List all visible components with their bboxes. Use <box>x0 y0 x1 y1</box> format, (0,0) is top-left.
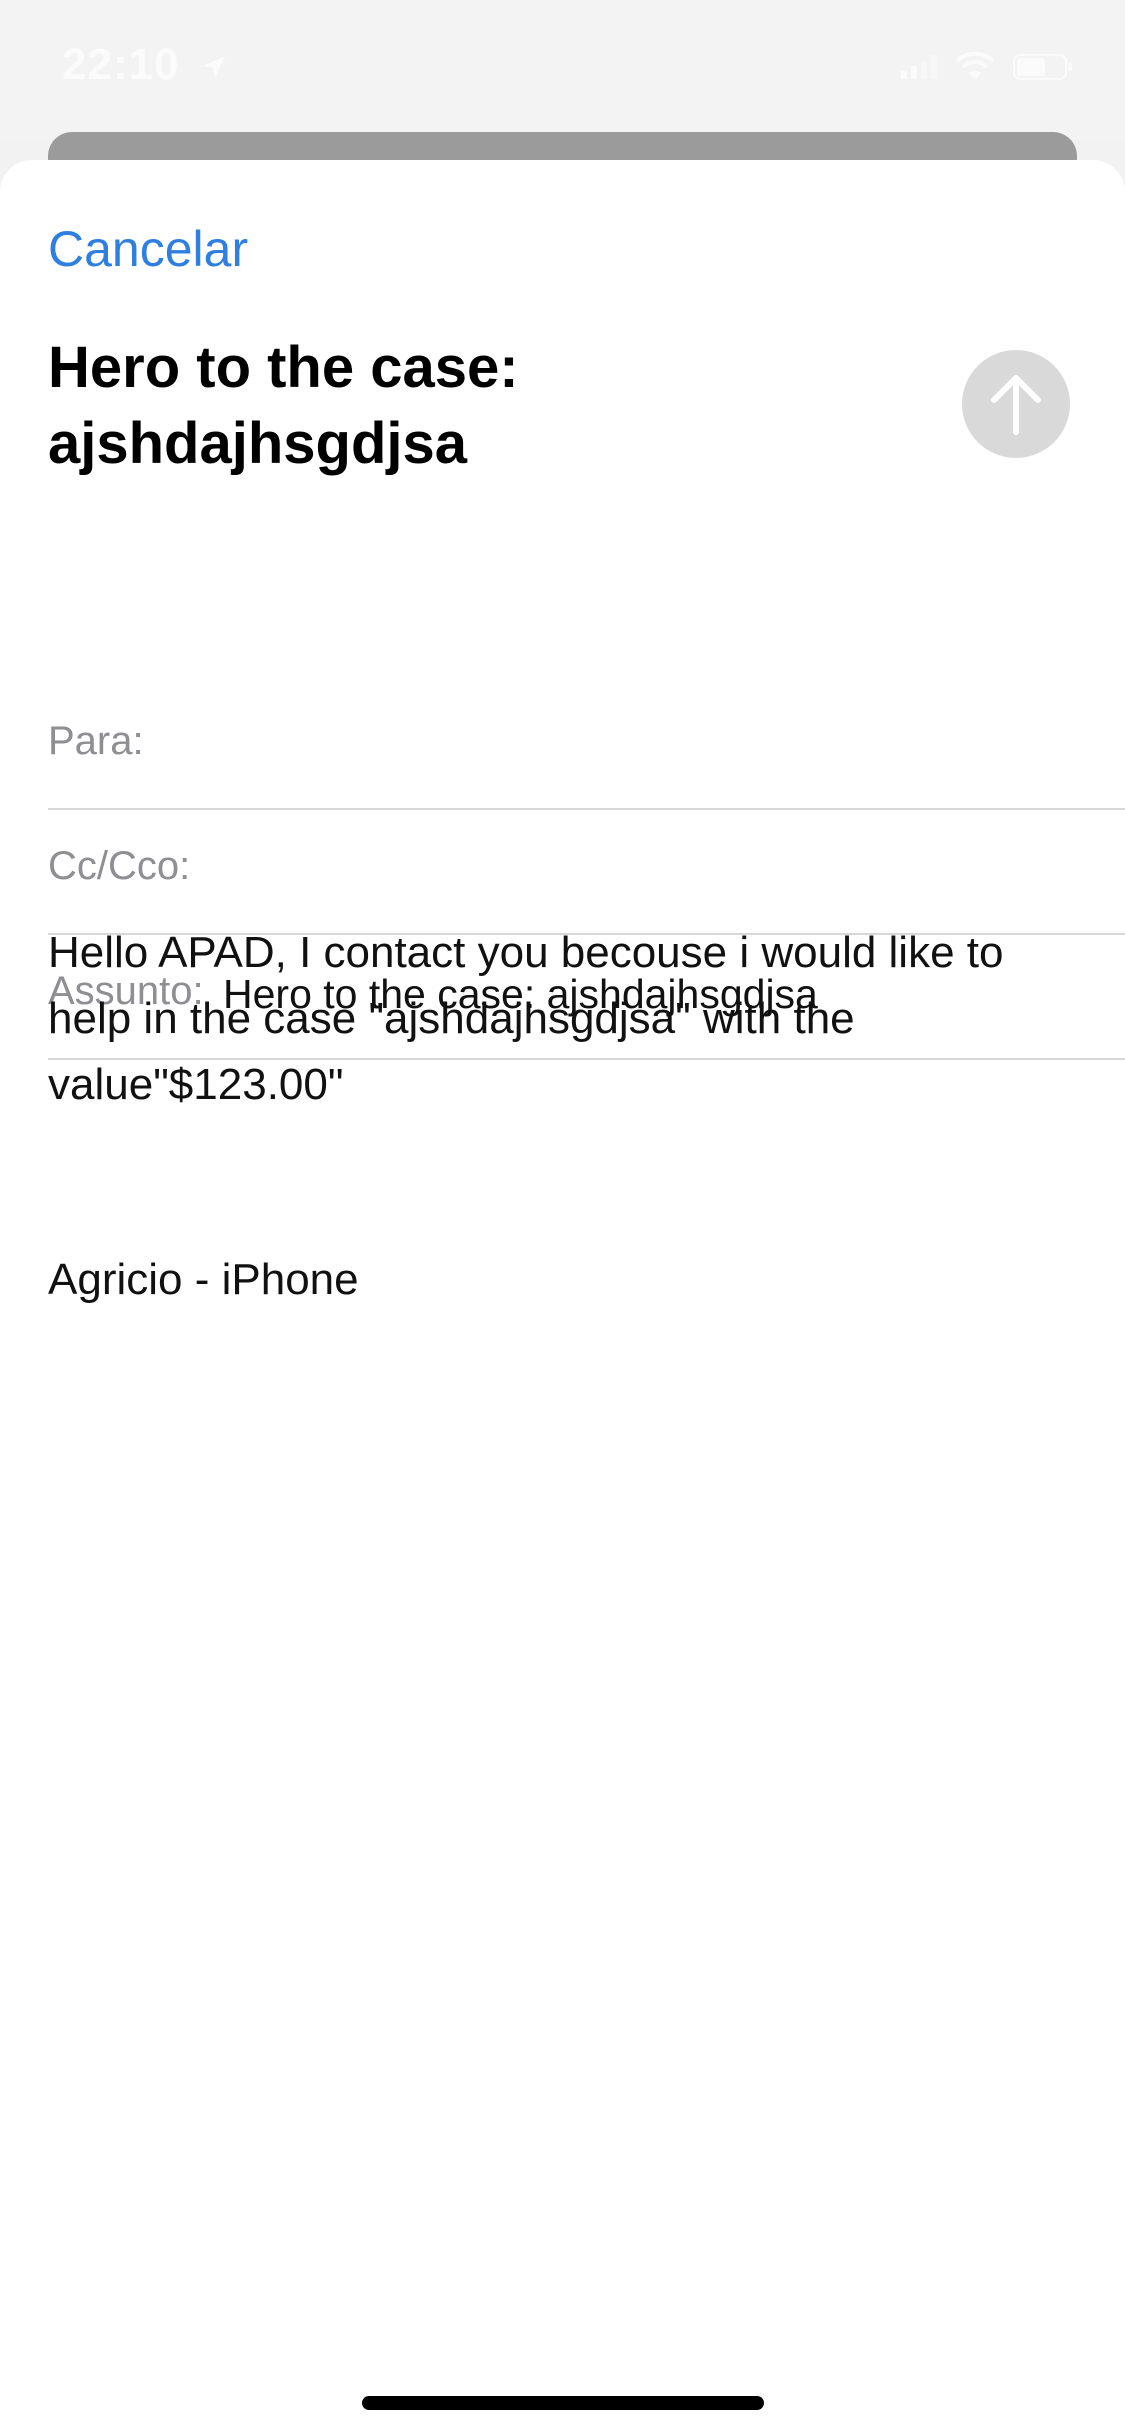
battery-icon <box>1013 54 1072 80</box>
message-body-line-2: help in the case "ajshdajhsgdjsa" with t… <box>48 994 855 1043</box>
to-field[interactable]: Para: <box>48 683 1125 810</box>
to-label: Para: <box>48 719 144 763</box>
compose-title: Hero to the case: ajshdajhsgdjsa <box>48 330 908 482</box>
status-indicators <box>901 52 1073 82</box>
wifi-icon <box>955 52 995 80</box>
location-arrow-icon <box>202 56 225 79</box>
message-body-text[interactable]: Hello APAD, I contact you becouse i woul… <box>48 920 1088 1118</box>
compose-title-line-1: Hero to the case: <box>48 335 519 400</box>
status-time: 22:10 <box>62 40 227 90</box>
cellular-signal-icon <box>901 55 937 79</box>
send-button[interactable] <box>962 350 1070 458</box>
message-body-line-3: value"$123.00" <box>48 1060 344 1109</box>
status-time-text: 22:10 <box>62 40 180 89</box>
message-signature[interactable]: Agricio - iPhone <box>48 1255 359 1305</box>
cc-bcc-label: Cc/Cco: <box>48 844 191 888</box>
compose-title-line-2: ajshdajhsgdjsa <box>48 411 468 476</box>
cc-bcc-field[interactable]: Cc/Cco: <box>48 808 1125 935</box>
cancel-button[interactable]: Cancelar <box>48 220 248 278</box>
status-bar: 22:10 <box>0 0 1125 140</box>
home-indicator[interactable] <box>362 2396 764 2410</box>
arrow-up-icon <box>991 375 1041 435</box>
message-body-line-1: Hello APAD, I contact you becouse i woul… <box>48 928 1004 977</box>
